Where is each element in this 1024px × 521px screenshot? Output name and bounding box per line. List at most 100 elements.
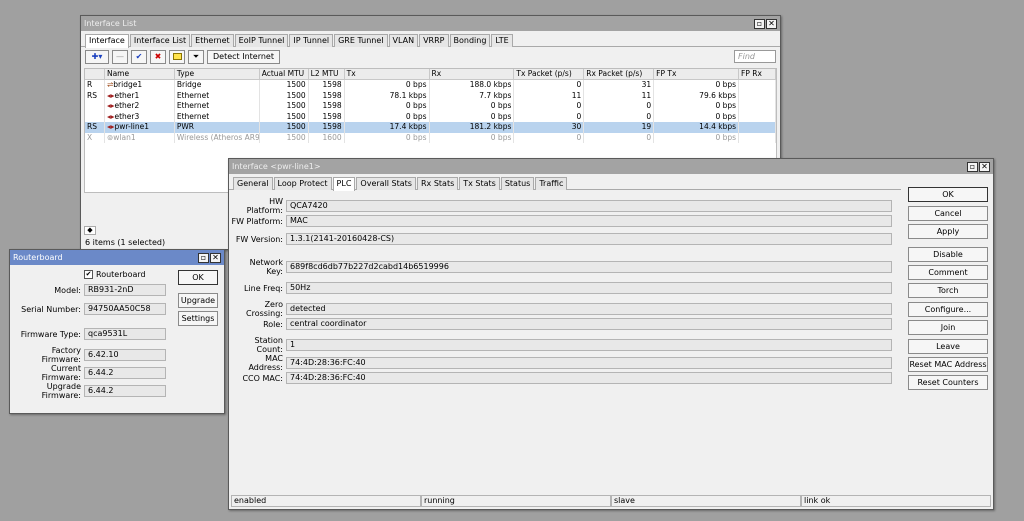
tab-interface-list[interactable]: Interface List	[129, 34, 191, 47]
col-name[interactable]: Name	[105, 69, 175, 79]
restore-icon[interactable]: ▫	[754, 18, 765, 29]
rb-field-value[interactable]: RB931-2nD	[84, 284, 166, 296]
rb-field-value[interactable]: qca9531L	[84, 328, 166, 340]
enable-button[interactable]: ✔	[131, 49, 147, 64]
plc-field-value[interactable]: central coordinator	[286, 318, 892, 330]
close-icon[interactable]: ✕	[979, 161, 990, 172]
ok-button[interactable]: OK	[908, 187, 988, 202]
remove-button[interactable]: —	[112, 49, 128, 64]
routerboard-checkbox-row[interactable]: ✔ Routerboard	[84, 270, 146, 279]
disable-button[interactable]: Disable	[908, 247, 988, 262]
col-actual-mtu[interactable]: Actual MTU	[260, 69, 309, 79]
iface-name-cell: ◂▸ether1	[105, 90, 175, 101]
rb-field-row: Current Firmware: 6.44.2	[12, 364, 166, 382]
tab-ethernet[interactable]: Ethernet	[191, 34, 234, 47]
tab-gre-tunnel[interactable]: GRE Tunnel	[334, 34, 388, 47]
plc-field-value[interactable]: QCA7420	[286, 200, 892, 212]
close-icon[interactable]: ✕	[766, 18, 777, 29]
tab-status[interactable]: Status	[500, 177, 535, 190]
col-rx[interactable]: Rx	[430, 69, 515, 79]
reset-mac-address-button[interactable]: Reset MAC Address	[908, 357, 988, 372]
tab-lte[interactable]: LTE	[491, 34, 513, 47]
table-row[interactable]: ◂▸ether2 Ethernet 1500 1598 0 bps 0 bps 0 0 0 bp…	[85, 101, 776, 112]
plc-field-value[interactable]: detected	[286, 303, 892, 315]
tab-interface[interactable]: Interface	[85, 34, 129, 48]
settings-button[interactable]: Settings	[178, 311, 218, 326]
col-type[interactable]: Type	[175, 69, 260, 79]
col-flags[interactable]	[85, 69, 105, 79]
col-fp-rx[interactable]: FP Rx	[739, 69, 776, 79]
tab-general[interactable]: General	[233, 177, 273, 190]
tab-bonding[interactable]: Bonding	[449, 34, 491, 47]
comment-button[interactable]	[169, 49, 185, 64]
table-row[interactable]: RS ◂▸pwr-line1 PWR 1500 1598 17.4 kbps 181.2 k…	[85, 122, 776, 133]
plc-field-label: CCO MAC:	[242, 373, 283, 383]
col-rx-packet[interactable]: Rx Packet (p/s)	[584, 69, 655, 79]
plc-field-value[interactable]: 689f8cd6db77b227d2cabd14b6519996	[286, 261, 892, 273]
plc-field-value[interactable]: MAC	[286, 215, 892, 227]
tab-vlan[interactable]: VLAN	[388, 34, 419, 47]
table-cell: Bridge	[175, 80, 260, 91]
table-cell: 0 bps	[654, 101, 740, 112]
col-tx-packet[interactable]: Tx Packet (p/s)	[514, 69, 585, 79]
ok-button[interactable]: OK	[178, 270, 218, 285]
join-button[interactable]: Join	[908, 320, 988, 335]
restore-icon[interactable]: ▫	[198, 252, 209, 263]
comment-button[interactable]: Comment	[908, 265, 988, 280]
col-l2-mtu[interactable]: L2 MTU	[309, 69, 345, 79]
rb-field-row: Upgrade Firmware: 6.44.2	[12, 382, 166, 400]
tab-vrrp[interactable]: VRRP	[419, 34, 449, 47]
cancel-button[interactable]: Cancel	[908, 206, 988, 221]
scroll-left-icon[interactable]: ◆	[84, 226, 96, 235]
table-cell: 181.2 kbps	[430, 122, 515, 133]
torch-button[interactable]: Torch	[908, 283, 988, 298]
routerboard-checkbox[interactable]: ✔	[84, 270, 93, 279]
tab-tx-stats[interactable]: Tx Stats	[459, 177, 500, 190]
plc-field-value[interactable]: 74:4D:28:36:FC:40	[286, 372, 892, 384]
status-link: link ok	[801, 495, 991, 507]
configure-button[interactable]: Configure...	[908, 302, 988, 317]
table-row[interactable]: ◂▸ether3 Ethernet 1500 1598 0 bps 0 bps 0 0 0 bp…	[85, 111, 776, 122]
tab-loop-protect[interactable]: Loop Protect	[273, 177, 332, 190]
detect-internet-button[interactable]: Detect Internet	[207, 49, 280, 64]
plc-field-value[interactable]: 1.3.1(2141-20160428-CS)	[286, 233, 892, 245]
restore-icon[interactable]: ▫	[967, 161, 978, 172]
col-fp-tx[interactable]: FP Tx	[654, 69, 740, 79]
find-input[interactable]: Find	[734, 50, 776, 63]
routerboard-titlebar[interactable]: Routerboard ▫ ✕	[10, 250, 224, 265]
filter-button[interactable]: ⏷	[188, 49, 204, 64]
tab-overall-stats[interactable]: Overall Stats	[356, 177, 416, 190]
plc-field-value[interactable]: 1	[286, 339, 892, 351]
rb-field-value[interactable]: 6.44.2	[84, 385, 166, 397]
table-row[interactable]: R ⇌bridge1 Bridge 1500 1598 0 bps 188.0 kbps 0 3…	[85, 80, 776, 91]
table-cell: 1598	[309, 122, 345, 133]
upgrade-button[interactable]: Upgrade	[178, 293, 218, 308]
add-button[interactable]: ✚▾	[85, 49, 109, 64]
close-icon[interactable]: ✕	[210, 252, 221, 263]
tab-traffic[interactable]: Traffic	[535, 177, 568, 190]
rb-field-value[interactable]: 6.42.10	[84, 349, 166, 361]
tab-rx-stats[interactable]: Rx Stats	[416, 177, 459, 190]
rb-field-value[interactable]: 6.44.2	[84, 367, 166, 379]
interface-list-titlebar[interactable]: Interface List ▫ ✕	[81, 16, 780, 31]
table-cell: 30	[514, 122, 585, 133]
rb-field-value[interactable]: 94750AA50C58	[84, 303, 166, 315]
apply-button[interactable]: Apply	[908, 224, 988, 239]
plc-field-value[interactable]: 50Hz	[286, 282, 892, 294]
tab-eoip-tunnel[interactable]: EoIP Tunnel	[234, 34, 289, 47]
table-row[interactable]: X ⊚wlan1 Wireless (Atheros AR9... 1500 1600 0…	[85, 132, 776, 143]
routerboard-window: Routerboard ▫ ✕ ✔ Routerboard Model: RB931…	[9, 249, 225, 414]
interface-detail-titlebar[interactable]: Interface <pwr-line1> ▫ ✕	[229, 159, 993, 174]
plc-field-value[interactable]: 74:4D:28:36:FC:40	[286, 357, 892, 369]
funnel-icon: ⏷	[192, 51, 200, 61]
table-row[interactable]: RS ◂▸ether1 Ethernet 1500 1598 78.1 kbps 7.7 k…	[85, 90, 776, 101]
reset-counters-button[interactable]: Reset Counters	[908, 375, 988, 390]
col-tx[interactable]: Tx	[345, 69, 430, 79]
iface-name-cell: ⇌bridge1	[105, 80, 175, 91]
tab-plc[interactable]: PLC	[332, 177, 356, 191]
disable-button[interactable]: ✖	[150, 49, 166, 64]
leave-button[interactable]: Leave	[908, 339, 988, 354]
interface-detail-window: Interface <pwr-line1> ▫ ✕ General Loop Pr…	[228, 158, 994, 510]
rb-field-label: Current Firmware:	[41, 364, 81, 382]
tab-ip-tunnel[interactable]: IP Tunnel	[289, 34, 334, 47]
